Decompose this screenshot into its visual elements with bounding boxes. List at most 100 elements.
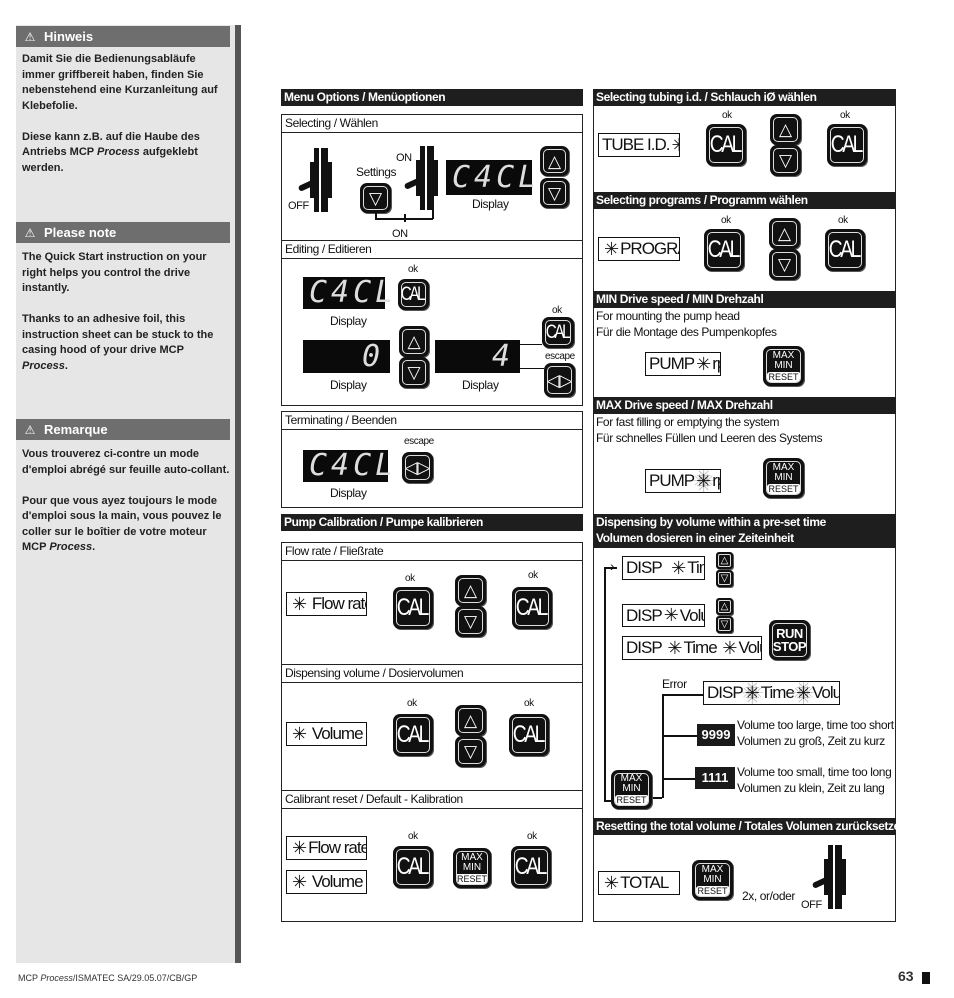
escape-arrows-icon: ◁▷	[547, 370, 572, 390]
key-face: △	[458, 578, 483, 603]
ok-label: ok	[408, 264, 418, 275]
connector-line	[404, 214, 406, 222]
max-min-reset-key[interactable]: MAX MIN RESET	[611, 770, 652, 809]
down-key[interactable]: ▽	[399, 357, 429, 388]
up-key[interactable]: △	[770, 114, 801, 145]
down-key[interactable]: ▽	[455, 736, 486, 767]
key-face: MAX MIN RESET	[766, 349, 801, 383]
key-face: ◁▷	[547, 366, 572, 394]
triangle-down-icon: ▽	[547, 183, 562, 203]
lcd-text: 0	[361, 338, 384, 374]
cal-key[interactable]: CAL	[393, 846, 433, 888]
box-text: Volume	[679, 605, 704, 625]
max-drive-speed-header: MAX Drive speed / MAX Drehzahl	[593, 397, 896, 414]
box-text: Time	[687, 558, 704, 577]
down-key[interactable]: ▽	[769, 249, 800, 280]
ok-label: ok	[528, 570, 538, 581]
escape-key[interactable]: ◁▷	[402, 452, 433, 483]
cal-key[interactable]: CAL	[393, 714, 433, 756]
up-key[interactable]: △	[455, 575, 486, 606]
max-min-reset-key[interactable]: MAX MIN RESET	[763, 458, 804, 498]
key-label-min: MIN	[703, 873, 722, 885]
warning-icon: ⚠	[24, 423, 36, 437]
description-de: Für schnelles Füllen und Leeren des Syst…	[596, 431, 823, 445]
flow-rate-display: ✳ Flow rate	[286, 836, 367, 860]
header-line-de: Volumen dosieren in einer Zeiteinheit	[596, 531, 794, 545]
paragraph: Pour que vous ayez toujours le mode d'em…	[22, 494, 230, 556]
key-face: △	[773, 117, 798, 142]
cal-key[interactable]: CAL	[393, 587, 433, 629]
settings-label: Settings	[356, 165, 397, 179]
key-label-max: MAX	[461, 851, 483, 863]
small-down-key[interactable]: ▽	[716, 616, 733, 633]
escape-key[interactable]: ◁▷	[544, 363, 575, 397]
display-label: Display	[462, 378, 499, 392]
asterisk-icon: ✳	[671, 557, 686, 578]
error-description-en: Volume too large, time too short	[737, 718, 894, 732]
pump-rpm-display-flashing: PUMP✳rpm	[645, 469, 721, 493]
small-down-key[interactable]: ▽	[716, 570, 733, 587]
up-key[interactable]: △	[540, 146, 569, 176]
key-face: MAX MIN RESET	[456, 851, 488, 885]
description-en: For mounting the pump head	[596, 309, 740, 323]
selecting-tubing-header: Selecting tubing i.d. / Schlauch iØ wähl…	[593, 89, 896, 106]
triangle-down-icon: ▽	[463, 742, 478, 761]
up-key[interactable]: △	[455, 705, 486, 736]
triangle-down-icon: ▽	[368, 188, 383, 208]
ok-label: ok	[722, 110, 732, 121]
power-switch-on[interactable]	[403, 146, 444, 210]
cal-key[interactable]: CAL	[511, 846, 551, 888]
text: .	[64, 359, 68, 372]
paragraph: Diese kann z.B. auf die Haube des Antrie…	[22, 130, 230, 177]
cal-key[interactable]: CAL	[542, 317, 574, 348]
connector-line	[432, 208, 434, 219]
cal-key[interactable]: CAL	[706, 124, 746, 166]
error-code-1111: 1111	[695, 767, 735, 789]
down-key[interactable]: ▽	[540, 178, 569, 208]
key-face: ▽	[718, 618, 731, 631]
key-label: CAL	[707, 236, 740, 263]
cal-key[interactable]: CAL	[827, 124, 867, 166]
switch-slit	[425, 146, 427, 210]
down-key[interactable]: ▽	[770, 145, 801, 176]
pump-rpm-display: PUMP✳rpm	[645, 352, 721, 376]
cal-key[interactable]: CAL	[398, 279, 429, 310]
connector-line	[651, 797, 662, 799]
cal-key[interactable]: CAL	[704, 229, 744, 271]
cal-key[interactable]: CAL	[509, 714, 549, 756]
small-up-key[interactable]: △	[716, 552, 733, 569]
max-min-reset-key[interactable]: MAX MIN RESET	[692, 860, 733, 900]
settings-down-key[interactable]: ▽	[360, 183, 391, 213]
max-min-reset-key[interactable]: MAX MIN RESET	[453, 848, 491, 888]
terminating-subheader: Terminating / Beenden	[281, 411, 583, 430]
key-face: CAL	[514, 849, 548, 885]
key-face: CAL	[707, 232, 741, 268]
run-stop-key[interactable]: RUN STOP	[769, 620, 810, 660]
connector-line	[662, 694, 703, 696]
resetting-total-header: Resetting the total volume / Totales Vol…	[593, 818, 896, 835]
cal-key[interactable]: CAL	[512, 587, 552, 629]
triangle-up-icon: △	[777, 224, 792, 243]
key-face: MAX MIN RESET	[695, 863, 730, 897]
key-face: ▽	[773, 148, 798, 173]
text: /ISMATEC SA/29.05.07/CB/GP	[72, 973, 198, 983]
ok-label: ok	[840, 110, 850, 121]
box-text: PROGRAM	[620, 239, 679, 258]
key-label-max: MAX	[772, 461, 795, 473]
up-key[interactable]: △	[769, 218, 800, 249]
up-key[interactable]: △	[399, 326, 429, 357]
max-min-reset-key[interactable]: MAX MIN RESET	[763, 346, 804, 386]
box-text: TUBE I.D.	[602, 135, 671, 154]
key-face: CAL	[401, 282, 426, 307]
asterisk-icon: ✳	[667, 637, 682, 658]
disp-time-volume-display: DISP ✳Time ✳Volume	[622, 636, 762, 660]
cal-key[interactable]: CAL	[825, 229, 865, 271]
key-face: MAX MIN RESET	[766, 461, 801, 495]
box-text: DISP	[626, 638, 663, 657]
triangle-up-icon: △	[463, 711, 478, 730]
triangle-up-icon: △	[720, 600, 729, 612]
program-display: ✳PROGRAM	[598, 237, 680, 261]
down-key[interactable]: ▽	[455, 606, 486, 637]
small-up-key[interactable]: △	[716, 598, 733, 615]
